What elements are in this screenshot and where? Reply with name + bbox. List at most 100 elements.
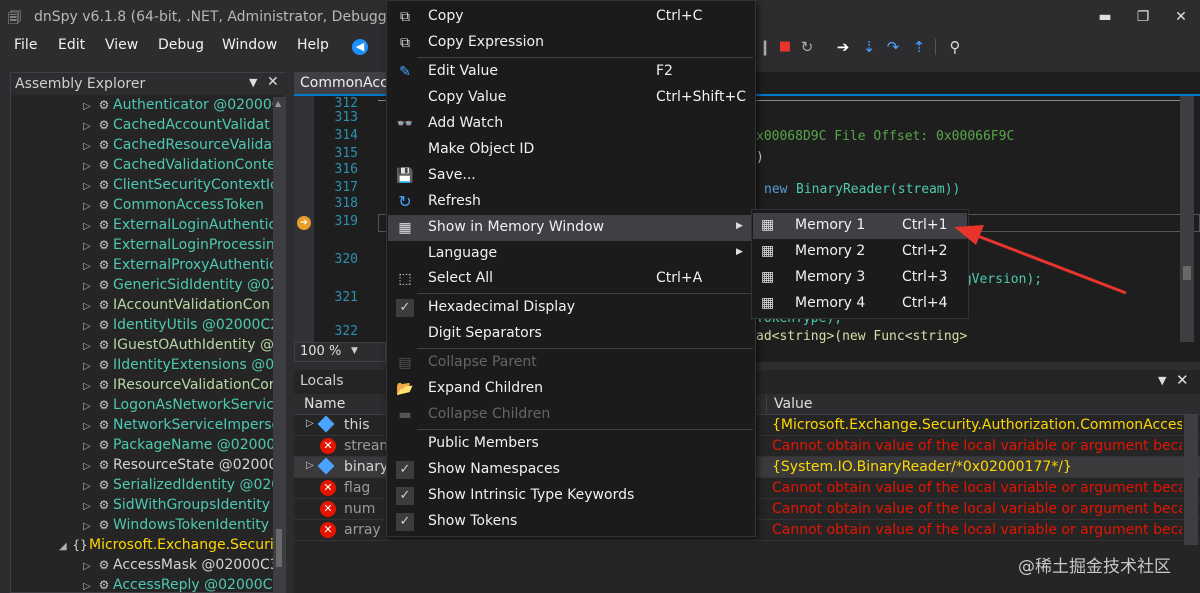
expand-arrow-icon[interactable]: ▷	[83, 441, 95, 452]
tree-item[interactable]: ▷ ⚙ AccessReply @02000C3	[11, 577, 273, 593]
tree-item[interactable]: ◢ {}Microsoft.Exchange.Securit	[11, 537, 273, 557]
expand-arrow-icon[interactable]: ▷	[83, 401, 95, 412]
tree-item[interactable]: ▷ ⚙ NetworkServiceImperso	[11, 417, 273, 437]
expand-arrow-icon[interactable]: ▷	[83, 241, 95, 252]
menu-hexadecimal-display[interactable]: ✓ Hexadecimal Display	[388, 295, 754, 321]
expand-arrow-icon[interactable]: ▷	[83, 321, 95, 332]
menu-show-tokens[interactable]: ✓ Show Tokens	[388, 509, 754, 535]
column-value[interactable]: Value	[774, 396, 812, 412]
chevron-down-icon[interactable]: ▼	[351, 346, 358, 356]
menu-refresh[interactable]: ↻ Refresh	[388, 189, 754, 215]
locals-close-icon[interactable]: ✕	[1176, 371, 1189, 389]
expand-arrow-icon[interactable]: ▷	[83, 261, 95, 272]
column-divider[interactable]	[766, 394, 767, 415]
search-icon[interactable]: ⚲	[945, 37, 965, 57]
tree-item[interactable]: ▷ ⚙ WindowsTokenIdentity	[11, 517, 273, 537]
expand-arrow-icon[interactable]: ▷	[83, 561, 95, 572]
tree-item[interactable]: ▷ ⚙ PackageName @02000C	[11, 437, 273, 457]
menu-show-intrinsic-type-keywords[interactable]: ✓ Show Intrinsic Type Keywords	[388, 483, 754, 509]
tree-item[interactable]: ▷ ⚙ CachedValidationConte	[11, 157, 273, 177]
tree-item[interactable]: ▷ ⚙ LogonAsNetworkServic	[11, 397, 273, 417]
column-name[interactable]: Name	[304, 396, 345, 412]
tree-item[interactable]: ▷ ⚙ IResourceValidationCor	[11, 377, 273, 397]
editor-scroll-thumb[interactable]	[1183, 266, 1191, 280]
expand-arrow-icon[interactable]: ▷	[83, 161, 95, 172]
menu-edit-value[interactable]: ✎ Edit Value F2	[388, 59, 754, 85]
expand-arrow-icon[interactable]: ▷	[83, 421, 95, 432]
expand-arrow-icon[interactable]: ▷	[83, 281, 95, 292]
tree-item[interactable]: ▷ ⚙ CommonAccessToken	[11, 197, 273, 217]
pause-icon[interactable]: ❙	[755, 37, 775, 57]
memory-1-item[interactable]: ▦ Memory 1 Ctrl+1	[753, 213, 967, 239]
step-over-icon[interactable]: ↷	[883, 37, 903, 57]
tree-item[interactable]: ▷ ⚙ Authenticator @02000C	[11, 97, 273, 117]
show-next-statement-icon[interactable]: ➔	[833, 37, 853, 57]
expand-arrow-icon[interactable]: ▷	[83, 301, 95, 312]
menu-digit-separators[interactable]: Digit Separators	[388, 321, 754, 347]
locals-scrollbar[interactable]	[1184, 415, 1198, 545]
panel-close-icon[interactable]: ✕	[267, 74, 279, 90]
expand-arrow-icon[interactable]: ▷	[83, 141, 95, 152]
expand-arrow-icon[interactable]: ▷	[306, 418, 314, 429]
back-icon[interactable]: ◀	[352, 39, 368, 55]
tree-item[interactable]: ▷ ⚙ CachedResourceValidat	[11, 137, 273, 157]
menu-public-members[interactable]: Public Members	[388, 431, 754, 457]
editor-tab[interactable]: CommonAcc	[294, 72, 388, 94]
scroll-up-icon[interactable]: ▲	[275, 99, 281, 108]
scroll-thumb[interactable]	[276, 529, 282, 567]
tree-item[interactable]: ▷ ⚙ IIdentityExtensions @02	[11, 357, 273, 377]
expand-arrow-icon[interactable]: ▷	[83, 361, 95, 372]
expand-arrow-icon[interactable]: ▷	[83, 521, 95, 532]
tree-item[interactable]: ▷ ⚙ IdentityUtils @02000C2	[11, 317, 273, 337]
expand-arrow-icon[interactable]: ▷	[83, 101, 95, 112]
menu-file[interactable]: File	[14, 37, 37, 53]
close-button[interactable]: ✕	[1166, 6, 1196, 28]
tree-item[interactable]: ▷ ⚙ GenericSidIdentity @02	[11, 277, 273, 297]
expand-arrow-icon[interactable]: ▷	[306, 460, 314, 471]
expand-arrow-icon[interactable]: ▷	[83, 381, 95, 392]
memory-2-item[interactable]: ▦ Memory 2 Ctrl+2	[753, 239, 967, 265]
collapse-arrow-icon[interactable]: ◢	[59, 541, 71, 552]
tree-item[interactable]: ▷ ⚙ CachedAccountValidat	[11, 117, 273, 137]
expand-arrow-icon[interactable]: ▷	[83, 201, 95, 212]
zoom-selector[interactable]: 100 % ▼	[294, 342, 386, 362]
tree-item[interactable]: ▷ ⚙ AccessMask @02000C3	[11, 557, 273, 577]
editor-scrollbar[interactable]	[1180, 96, 1194, 342]
tree-item[interactable]: ▷ ⚙ SidWithGroupsIdentity	[11, 497, 273, 517]
restore-button[interactable]: ❐	[1128, 6, 1158, 28]
expand-arrow-icon[interactable]: ▷	[83, 181, 95, 192]
menu-copy-value[interactable]: Copy Value Ctrl+Shift+C	[388, 85, 754, 111]
menu-select-all[interactable]: ⬚ Select All Ctrl+A	[388, 266, 754, 292]
tree-item[interactable]: ▷ ⚙ ExternalProxyAuthentic	[11, 257, 273, 277]
menu-save[interactable]: 💾 Save...	[388, 163, 754, 189]
expand-arrow-icon[interactable]: ▷	[83, 221, 95, 232]
locals-dropdown-icon[interactable]: ▼	[1158, 374, 1166, 387]
menu-add-watch[interactable]: 👓 Add Watch	[388, 111, 754, 137]
tree-item[interactable]: ▷ ⚙ ResourceState @020000	[11, 457, 273, 477]
tree-item[interactable]: ▷ ⚙ ExternalLoginAuthentic	[11, 217, 273, 237]
expand-arrow-icon[interactable]: ▷	[83, 121, 95, 132]
tree-item[interactable]: ▷ ⚙ IGuestOAuthIdentity @	[11, 337, 273, 357]
menu-copy[interactable]: ⧉ Copy Ctrl+C	[388, 4, 754, 30]
menu-show-in-memory-window[interactable]: ▦ Show in Memory Window ▶	[388, 215, 754, 241]
step-out-icon[interactable]: ⇡	[909, 37, 929, 57]
restart-icon[interactable]: ↻	[797, 37, 817, 57]
menu-edit[interactable]: Edit	[58, 37, 85, 53]
expand-arrow-icon[interactable]: ▷	[83, 501, 95, 512]
menu-copy-expression[interactable]: ⧉ Copy Expression	[388, 30, 754, 56]
menu-show-namespaces[interactable]: ✓ Show Namespaces	[388, 457, 754, 483]
tree-item[interactable]: ▷ ⚙ IAccountValidationCon	[11, 297, 273, 317]
menu-language[interactable]: Language ▶	[388, 241, 754, 267]
tree-item[interactable]: ▷ ⚙ SerializedIdentity @020	[11, 477, 273, 497]
expand-arrow-icon[interactable]: ▷	[83, 461, 95, 472]
minimize-button[interactable]: ▬	[1090, 6, 1120, 28]
memory-4-item[interactable]: ▦ Memory 4 Ctrl+4	[753, 291, 967, 317]
memory-3-item[interactable]: ▦ Memory 3 Ctrl+3	[753, 265, 967, 291]
menu-window[interactable]: Window	[222, 37, 277, 53]
expand-arrow-icon[interactable]: ▷	[83, 481, 95, 492]
tree-item[interactable]: ▷ ⚙ ClientSecurityContextIc	[11, 177, 273, 197]
step-into-icon[interactable]: ⇣	[859, 37, 879, 57]
assembly-scrollbar[interactable]: ▲	[273, 97, 285, 593]
menu-make-object-id[interactable]: Make Object ID	[388, 137, 754, 163]
expand-arrow-icon[interactable]: ▷	[83, 581, 95, 592]
